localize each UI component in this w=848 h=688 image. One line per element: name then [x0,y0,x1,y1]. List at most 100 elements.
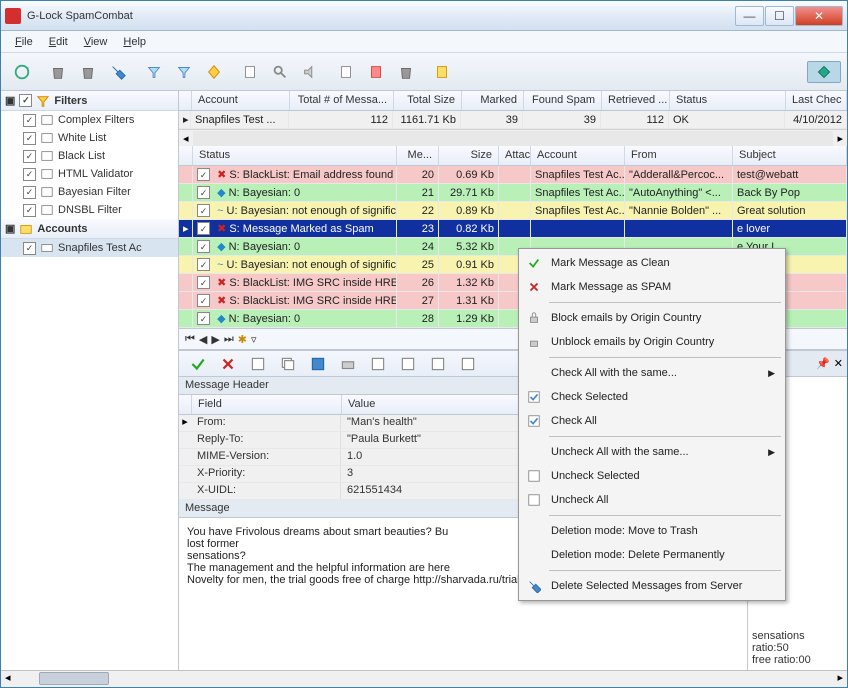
msg-checkbox[interactable]: ✓ [197,294,210,307]
tool-doc2[interactable] [333,59,359,85]
msg-checkbox[interactable]: ✓ [197,276,210,289]
ctx-unblock-emails-by-origin-country[interactable]: Unblock emails by Origin Country [521,330,783,354]
msg-checkbox[interactable]: ✓ [197,168,210,181]
tool-kite[interactable] [201,59,227,85]
tool-filter1[interactable] [141,59,167,85]
col-marked[interactable]: Marked [462,91,524,110]
tool-trash3[interactable] [393,59,419,85]
mcol-me[interactable]: Me... [397,146,439,165]
account-row[interactable]: ▸ Snapfiles Test ... 112 1161.71 Kb 39 3… [179,111,847,129]
mcol-attac[interactable]: Attac... [499,146,531,165]
msg-add[interactable] [245,351,271,377]
ctx-check-selected[interactable]: Check Selected [521,385,783,409]
tool-doc1[interactable] [237,59,263,85]
nav-first[interactable]: ⏮ [185,333,195,346]
tool-broom[interactable] [105,59,131,85]
menu-edit[interactable]: Edit [41,36,76,48]
col-retrieved[interactable]: Retrieved ... [602,91,670,110]
menu-help[interactable]: Help [115,36,154,48]
msg-checkbox[interactable]: ✓ [197,222,210,235]
tool-trash2[interactable] [75,59,101,85]
stats-close-icon[interactable]: ✕ [834,357,843,370]
accounts-hscroll[interactable]: ◂▸ [179,129,847,146]
ctx-uncheck-all-with-the-same-[interactable]: Uncheck All with the same...▶ [521,440,783,464]
message-row[interactable]: ✓ ✖ S: BlackList: Email address found i.… [179,166,847,184]
nav-next[interactable]: ▶ [211,333,219,346]
message-row[interactable]: ✓ ~ U: Bayesian: not enough of signific.… [179,202,847,220]
filters-group-checkbox[interactable]: ✓ [19,94,32,107]
tool-diamond[interactable] [807,61,841,83]
filter-checkbox[interactable]: ✓ [23,186,36,199]
msg-print[interactable] [335,351,361,377]
account-item-0[interactable]: ✓Snapfiles Test Ac [1,239,178,257]
ctx-check-all-with-the-same-[interactable]: Check All with the same...▶ [521,361,783,385]
msg-checkbox[interactable]: ✓ [197,312,210,325]
ctx-uncheck-all[interactable]: Uncheck All [521,488,783,512]
filter-checkbox[interactable]: ✓ [23,132,36,145]
maximize-button[interactable]: ☐ [765,6,794,26]
mcol-size[interactable]: Size [439,146,499,165]
account-checkbox[interactable]: ✓ [23,242,36,255]
col-status[interactable]: Status [670,91,786,110]
ctx-deletion-mode-move-to-trash[interactable]: Deletion mode: Move to Trash [521,519,783,543]
tool-sound[interactable] [297,59,323,85]
col-found[interactable]: Found Spam [524,91,602,110]
msg-x[interactable] [215,351,241,377]
ctx-delete-selected-messages-from-server[interactable]: Delete Selected Messages from Server [521,574,783,598]
accounts-header[interactable]: ▣ Accounts [1,219,178,239]
mcol-from[interactable]: From [625,146,733,165]
filter-item-3[interactable]: ✓HTML Validator [1,165,178,183]
msg-a[interactable] [365,351,391,377]
ctx-mark-message-as-clean[interactable]: Mark Message as Clean [521,251,783,275]
filter-checkbox[interactable]: ✓ [23,168,36,181]
stats-pin-icon[interactable]: 📌 [816,357,830,370]
filter-checkbox[interactable]: ✓ [23,204,36,217]
nav-last[interactable]: ⏭ [224,333,234,346]
msg-save[interactable] [305,351,331,377]
tool-search[interactable] [267,59,293,85]
close-button[interactable]: ✕ [795,6,843,26]
ctx-check-all[interactable]: Check All [521,409,783,433]
msg-checkbox[interactable]: ✓ [197,204,210,217]
col-total[interactable]: Total # of Messa... [290,91,394,110]
msg-checkbox[interactable]: ✓ [197,258,210,271]
msg-c[interactable] [425,351,451,377]
mcol-status[interactable]: Status [193,146,397,165]
hdr-field[interactable]: Field [192,395,342,414]
filter-item-5[interactable]: ✓DNSBL Filter [1,201,178,219]
col-account[interactable]: Account [192,91,290,110]
filter-checkbox[interactable]: ✓ [23,150,36,163]
col-last[interactable]: Last Chec [786,91,847,110]
message-row[interactable]: ✓ ◆ N: Bayesian: 02129.71 KbSnapfiles Te… [179,184,847,202]
tool-refresh[interactable] [9,59,35,85]
msg-ok[interactable] [185,351,211,377]
filter-item-1[interactable]: ✓White List [1,129,178,147]
ctx-deletion-mode-delete-permanently[interactable]: Deletion mode: Delete Permanently [521,543,783,567]
minimize-button[interactable]: — [735,6,764,26]
footer-scrollbar[interactable]: ◂▸ [1,670,847,687]
nav-funnel[interactable]: ▿ [251,333,257,346]
msg-checkbox[interactable]: ✓ [197,240,210,253]
nav-prev[interactable]: ◀ [199,333,207,346]
tool-red[interactable] [363,59,389,85]
msg-b[interactable] [395,351,421,377]
mcol-subject[interactable]: Subject [733,146,847,165]
filter-checkbox[interactable]: ✓ [23,114,36,127]
filter-item-4[interactable]: ✓Bayesian Filter [1,183,178,201]
filters-header[interactable]: ▣ ✓ Filters [1,91,178,111]
msg-checkbox[interactable]: ✓ [197,186,210,199]
tool-filter2[interactable] [171,59,197,85]
ctx-uncheck-selected[interactable]: Uncheck Selected [521,464,783,488]
tool-trash1[interactable] [45,59,71,85]
mcol-account[interactable]: Account [531,146,625,165]
filter-item-0[interactable]: ✓Complex Filters [1,111,178,129]
menu-view[interactable]: View [76,36,116,48]
msg-copy[interactable] [275,351,301,377]
nav-star[interactable]: ✱ [238,333,247,346]
msg-d[interactable] [455,351,481,377]
tool-book[interactable] [429,59,455,85]
menu-file[interactable]: File [7,36,41,48]
ctx-block-emails-by-origin-country[interactable]: Block emails by Origin Country [521,306,783,330]
ctx-mark-message-as-spam[interactable]: Mark Message as SPAM [521,275,783,299]
message-row[interactable]: ▸✓ ✖ S: Message Marked as Spam230.82 Kbe… [179,220,847,238]
